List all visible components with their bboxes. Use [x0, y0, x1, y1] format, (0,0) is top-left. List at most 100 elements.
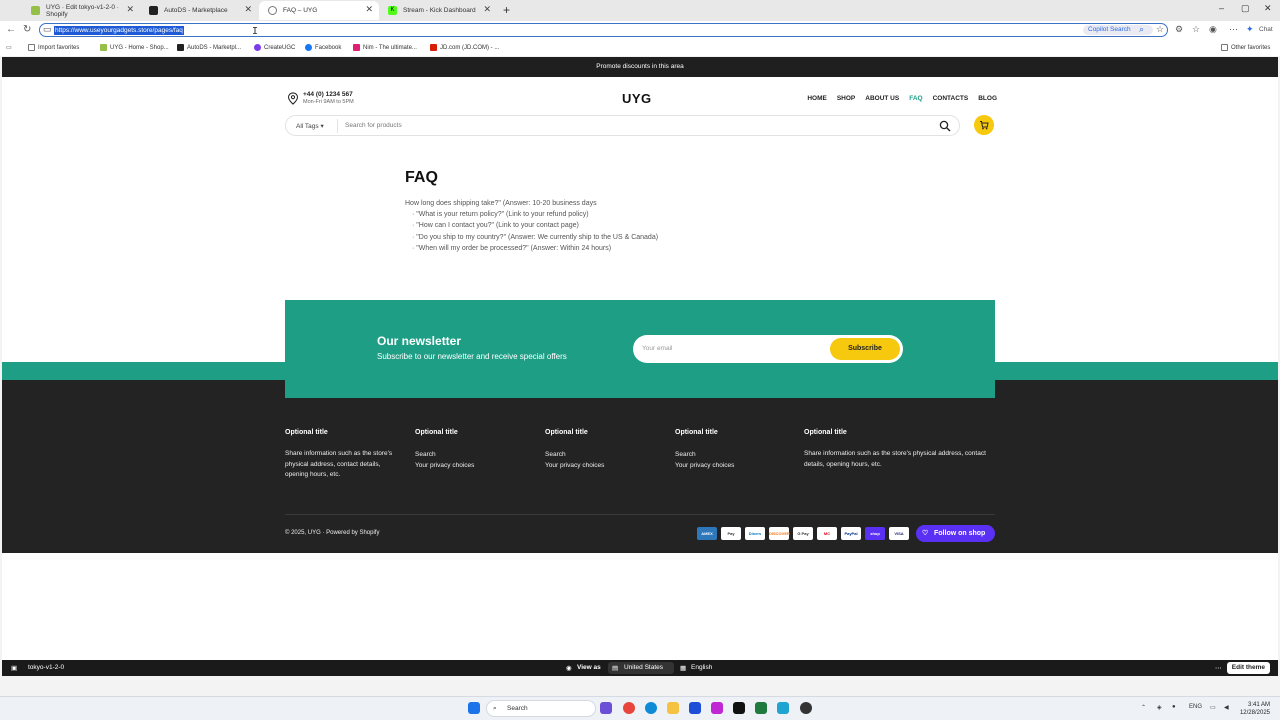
nav-about-us[interactable]: ABOUT US	[865, 95, 899, 102]
favorite-item[interactable]: Facebook	[305, 44, 341, 51]
footer-link-privacy[interactable]: Your privacy choices	[675, 460, 795, 471]
newsletter-subtitle: Subscribe to our newsletter and receive …	[377, 352, 567, 361]
address-bar[interactable]	[39, 23, 1168, 37]
favorite-label: Import favorites	[38, 44, 80, 51]
language-indicator[interactable]: ENG	[1189, 704, 1202, 710]
favorite-item[interactable]: Import favorites	[28, 44, 79, 51]
file-explorer-icon[interactable]	[667, 702, 679, 714]
nav-blog[interactable]: BLOG	[978, 95, 997, 102]
profile-avatar-icon[interactable]: ◉	[1209, 24, 1217, 35]
close-icon[interactable]: ✕	[365, 4, 373, 15]
photos-app-icon[interactable]	[711, 702, 723, 714]
chat-button[interactable]: Chat	[1259, 26, 1273, 33]
search-icon[interactable]	[939, 120, 951, 132]
nav-shop[interactable]: SHOP	[837, 95, 855, 102]
all-tags-dropdown[interactable]: All Tags ▾	[296, 122, 324, 130]
tab-shopify[interactable]: UYG · Edit tokyo-v1-2-0 · Shopify ✕	[22, 1, 140, 20]
copilot-app-icon[interactable]	[600, 702, 612, 714]
close-icon[interactable]: ✕	[244, 4, 252, 15]
favorite-item[interactable]: AutoDS - Marketpl...	[177, 44, 241, 51]
other-favorites[interactable]: Other favorites	[1221, 44, 1270, 51]
more-options-icon[interactable]: ⋯	[1215, 664, 1222, 672]
language-select[interactable]: English	[691, 664, 712, 671]
terminal-icon[interactable]	[733, 702, 745, 714]
visa-icon: VISA	[889, 527, 909, 540]
favorite-label: UYG - Home - Shop...	[110, 44, 169, 51]
search-divider	[337, 119, 338, 133]
tab-title: FAQ – UYG	[283, 7, 318, 14]
close-icon[interactable]: ✕	[126, 4, 134, 15]
newsletter-title: Our newsletter	[377, 334, 462, 348]
favorite-item[interactable]: Nim - The ultimate...	[353, 44, 417, 51]
country-value[interactable]: United States	[624, 664, 663, 671]
favorites-icon[interactable]: ☆	[1192, 24, 1200, 35]
new-tab-button[interactable]: +	[503, 3, 510, 17]
favorite-star-icon[interactable]: ☆	[1156, 24, 1164, 35]
autods-icon	[177, 44, 184, 51]
extensions-icon[interactable]: ⚙	[1175, 24, 1183, 35]
faq-line: · "How can I contact you?" (Link to your…	[412, 222, 579, 229]
store-phone[interactable]: +44 (0) 1234 567	[303, 91, 353, 98]
tab-kick[interactable]: K Stream - Kick Dashboard ✕	[379, 1, 497, 20]
discover-icon: DISCOVER	[769, 527, 790, 540]
heart-icon: ♡	[922, 530, 929, 537]
close-window-button[interactable]: ✕	[1264, 3, 1272, 14]
nav-faq[interactable]: FAQ	[909, 95, 922, 102]
footer-column: Optional title Search Your privacy choic…	[545, 429, 665, 471]
windows-start-icon[interactable]	[468, 702, 480, 714]
footer-link-search[interactable]: Search	[675, 449, 795, 460]
store-logo[interactable]: UYG	[622, 91, 652, 106]
footer-link-search[interactable]: Search	[545, 449, 665, 460]
page-title: FAQ	[405, 169, 438, 186]
favorite-label: CreateUGC	[264, 44, 296, 51]
nim-icon	[353, 44, 360, 51]
faq-line: · "When will my order be processed?" (An…	[412, 245, 612, 252]
volume-icon[interactable]: ◀	[1224, 704, 1229, 711]
url-text[interactable]: https://www.useyourgadgets.store/pages/f…	[54, 26, 184, 35]
tab-faq[interactable]: FAQ – UYG ✕	[259, 1, 379, 20]
site-info-icon[interactable]: ▭	[43, 24, 52, 35]
back-arrow-icon[interactable]: ←	[6, 24, 16, 35]
footer-column-title: Optional title	[415, 429, 458, 436]
favorite-item[interactable]: JD.com (JD.COM) - ...	[430, 44, 499, 51]
network-icon[interactable]: ▭	[1210, 704, 1216, 711]
cart-button[interactable]	[974, 115, 994, 135]
app-icon[interactable]	[800, 702, 812, 714]
close-icon[interactable]: ✕	[483, 4, 491, 15]
maximize-button[interactable]: ▢	[1241, 3, 1250, 14]
footer-link-search[interactable]: Search	[415, 449, 535, 460]
store-app-icon[interactable]	[689, 702, 701, 714]
us-flag-icon: ▤	[612, 665, 619, 672]
footer-link-privacy[interactable]: Your privacy choices	[545, 460, 665, 471]
google-pay-icon: G Pay	[793, 527, 813, 540]
newsletter-email-field[interactable]: Your email Subscribe	[633, 335, 903, 363]
refresh-icon[interactable]: ↻	[23, 24, 31, 35]
subscribe-button[interactable]: Subscribe	[830, 338, 900, 360]
search-input[interactable]: Search for products	[345, 122, 402, 129]
store-hours: Mon-Fri 9AM to 5PM	[303, 99, 354, 105]
edit-theme-button[interactable]: Edit theme	[1226, 662, 1270, 674]
favorites-bar-toggle-icon[interactable]: ▭	[6, 44, 12, 51]
chrome-icon[interactable]	[623, 702, 635, 714]
more-menu-icon[interactable]: ⋯	[1229, 24, 1238, 35]
minimize-button[interactable]: –	[1219, 3, 1224, 13]
browser-tab-strip: UYG · Edit tokyo-v1-2-0 · Shopify ✕ Auto…	[0, 0, 1280, 21]
microphone-icon[interactable]: ●	[1172, 704, 1176, 710]
follow-on-shop-button[interactable]: ♡ Follow on shop	[916, 525, 995, 542]
edge-icon[interactable]	[645, 702, 657, 714]
favorite-item[interactable]: UYG - Home - Shop...	[100, 44, 169, 51]
kick-icon: K	[388, 6, 397, 15]
nav-home[interactable]: HOME	[807, 95, 827, 102]
taskbar-search[interactable]: ⌕ Search	[486, 700, 596, 717]
app-icon[interactable]	[777, 702, 789, 714]
clock[interactable]: 3:41 AM 12/28/2025	[1240, 701, 1270, 717]
footer-link-privacy[interactable]: Your privacy choices	[415, 460, 535, 471]
nav-contacts[interactable]: CONTACTS	[933, 95, 969, 102]
tray-chevron-icon[interactable]: ⌃	[1141, 704, 1146, 711]
language-icon: ▦	[680, 665, 687, 672]
favorite-item[interactable]: CreateUGC	[254, 44, 295, 51]
paypal-icon: PayPal	[841, 527, 861, 540]
tab-autods[interactable]: AutoDS - Marketplace ✕	[140, 1, 258, 20]
search-icon: ⌕	[493, 705, 497, 712]
excel-icon[interactable]	[755, 702, 767, 714]
